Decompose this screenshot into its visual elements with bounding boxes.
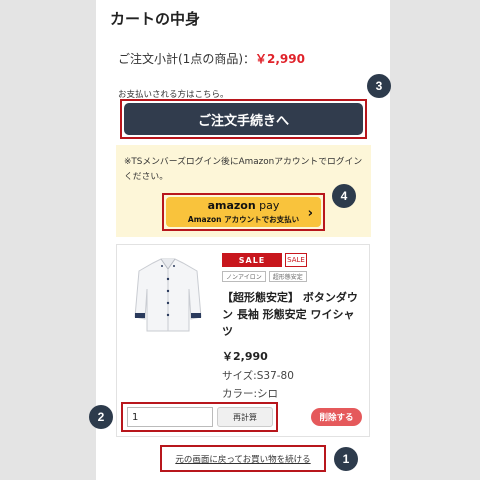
delete-button[interactable]: 削除する	[311, 408, 362, 426]
order-subtotal: ご注文小計(1点の商品)：￥2,990	[118, 50, 305, 67]
step-marker-4: 4	[332, 184, 356, 208]
page-title: カートの中身	[110, 10, 201, 28]
item-size: サイズ:S37-80	[222, 370, 294, 382]
amazon-logo-text: amazon	[207, 198, 256, 212]
recalculate-button[interactable]: 再計算	[217, 407, 273, 427]
checkout-button[interactable]: ご注文手続きへ	[124, 103, 363, 135]
checkout-highlight: ご注文手続きへ	[120, 99, 367, 139]
tag-wrinkle-free: 超形態安定	[268, 271, 307, 282]
step-marker-2: 2	[89, 405, 113, 429]
continue-shopping-link[interactable]: 元の画面に戻ってお買い物を続ける	[175, 453, 310, 465]
chevron-right-icon: ›	[307, 206, 313, 221]
quantity-input[interactable]	[127, 407, 213, 427]
amazon-pay-button[interactable]: amazon pay Amazon アカウントでお支払い ›	[166, 197, 321, 227]
amazon-pay-sublabel: Amazon アカウントでお支払い	[187, 214, 300, 224]
step-marker-1: 1	[334, 447, 358, 471]
item-name[interactable]: 【超形態安定】 ボタンダウン 長袖 形態安定 ワイシャツ	[222, 289, 364, 340]
amazon-pay-highlight: amazon pay Amazon アカウントでお支払い ›	[162, 193, 325, 231]
tag-non-iron: ノンアイロン	[222, 271, 266, 282]
sale-badges: SALE SALE	[222, 253, 307, 267]
pay-logo-text: pay	[255, 198, 280, 212]
cart-panel: カートの中身 ご注文小計(1点の商品)：￥2,990 お支払いされる方はこちら。…	[96, 0, 390, 480]
shirt-image	[131, 255, 205, 335]
continue-shopping-highlight: 元の画面に戻ってお買い物を続ける	[160, 445, 326, 472]
subtotal-label: ご注文小計(1点の商品)：	[118, 52, 255, 66]
item-color: カラー:シロ	[222, 388, 279, 400]
sale-badge: SALE	[222, 253, 282, 267]
quantity-highlight: 再計算	[121, 402, 278, 432]
amazon-pay-logo: amazon pay	[207, 198, 280, 212]
cart-item: SALE SALE ノンアイロン 超形態安定 【超形態安定】 ボタンダウン 長袖…	[116, 244, 370, 437]
item-tags: ノンアイロン 超形態安定	[222, 271, 307, 282]
sale-badge-small: SALE	[285, 253, 307, 267]
amazon-login-note: ※TSメンバーズログイン後にAmazonアカウントでログインください。	[124, 157, 363, 182]
subtotal-price: ￥2,990	[255, 52, 305, 66]
item-price: ￥2,990	[222, 350, 268, 363]
step-marker-3: 3	[367, 74, 391, 98]
